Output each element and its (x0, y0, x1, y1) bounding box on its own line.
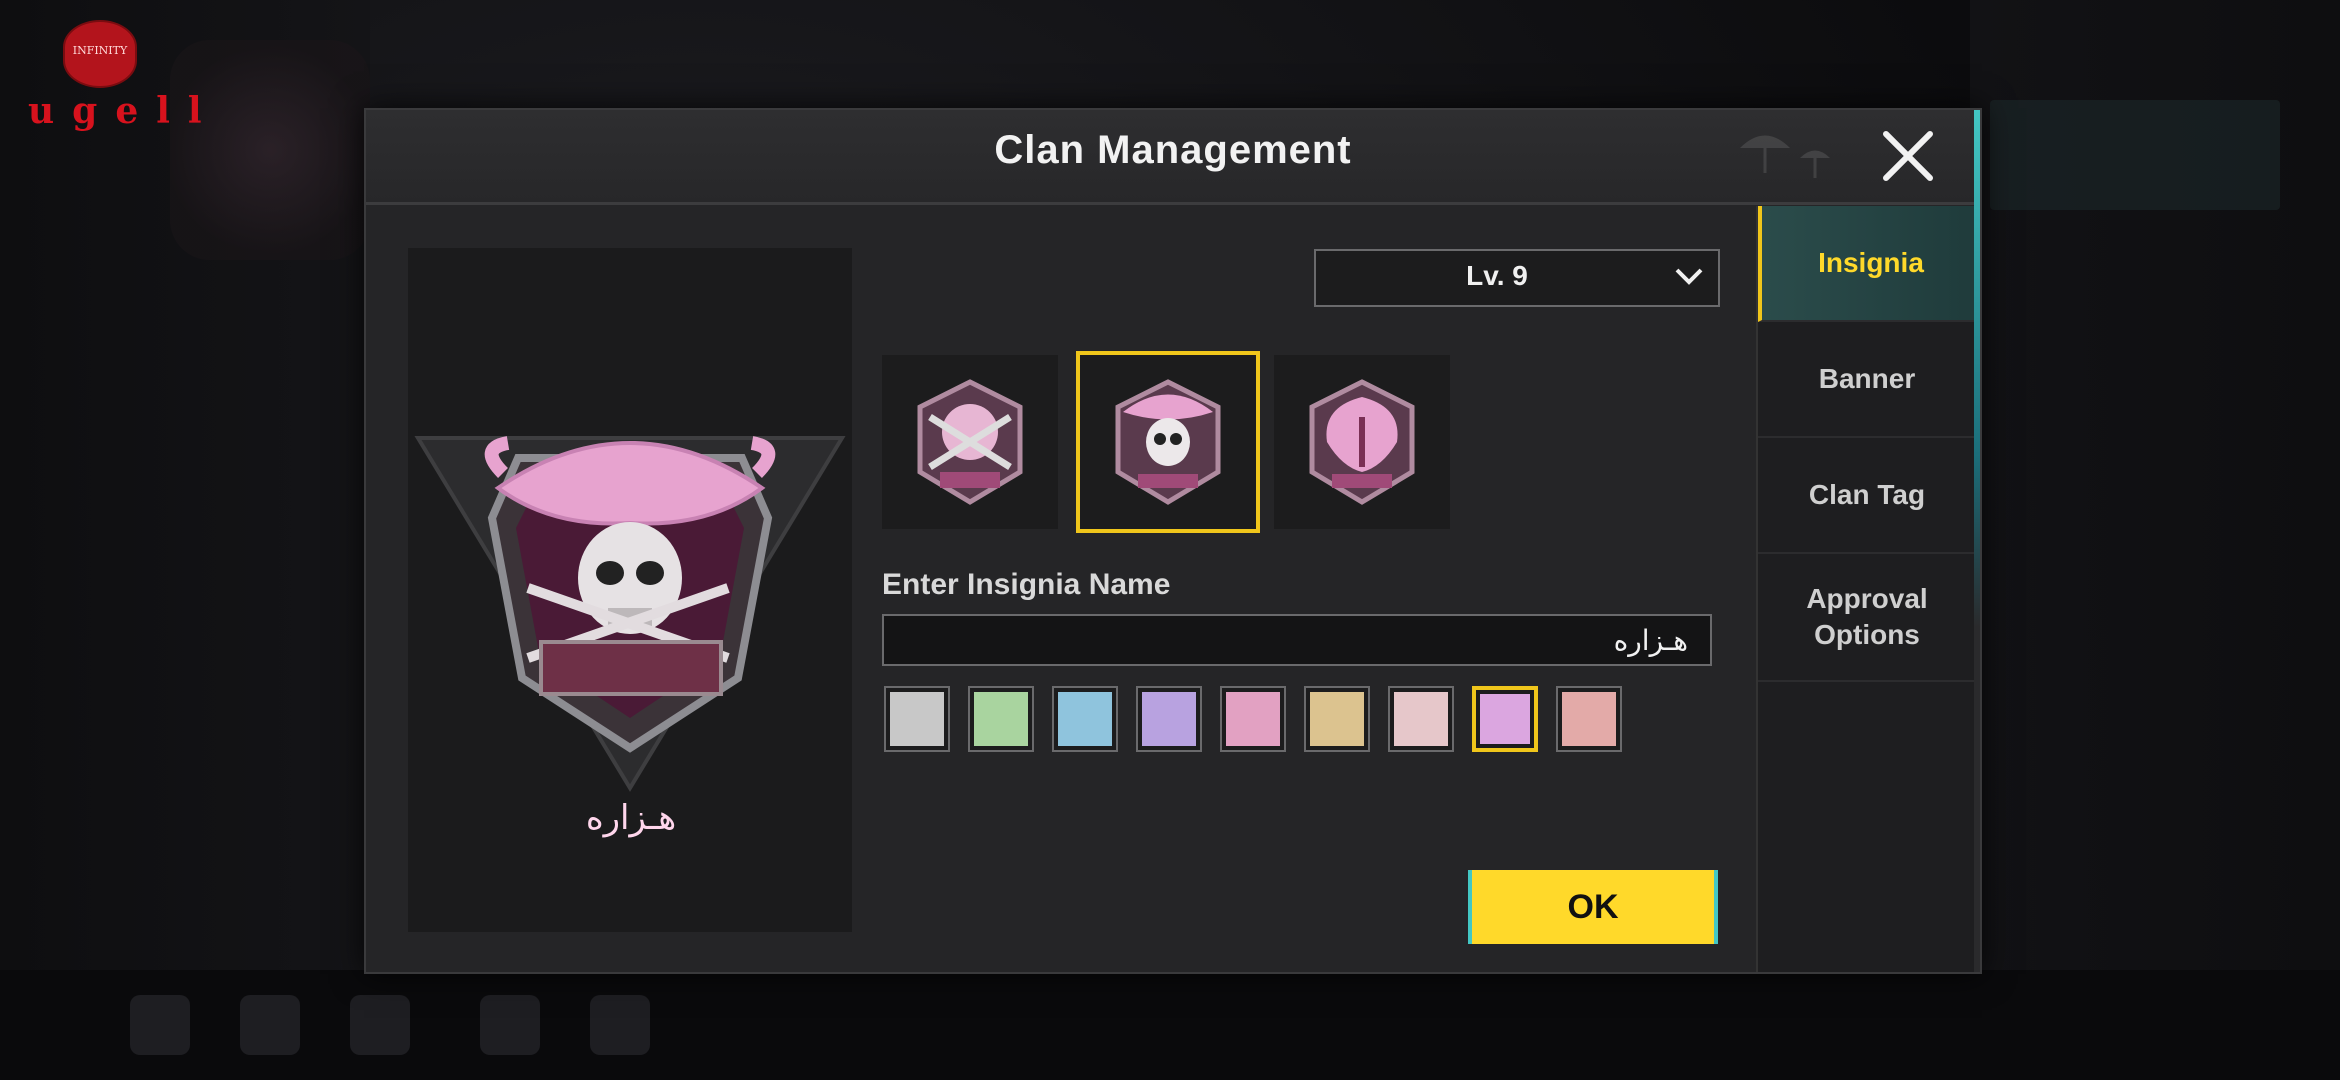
insignia-option-2[interactable] (1076, 351, 1260, 533)
color-swatch[interactable] (1472, 686, 1538, 752)
color-swatch[interactable] (1052, 686, 1118, 752)
insignia-preview-panel: هـزاره (408, 248, 852, 932)
color-swatch-fill (1058, 692, 1112, 746)
ok-button[interactable]: OK (1468, 870, 1718, 944)
dialog-title: Clan Management (994, 128, 1352, 172)
insignia-option-1[interactable] (882, 355, 1058, 529)
color-swatch-fill (890, 692, 944, 746)
insignia-preview-name: هـزاره (585, 798, 677, 838)
background-icon (480, 995, 540, 1055)
level-dropdown[interactable]: Lv. 9 (1314, 249, 1720, 307)
insignia-name-label: Enter Insignia Name (882, 568, 1171, 601)
close-button[interactable] (1876, 124, 1940, 188)
tab-approval-options[interactable]: Approval Options (1758, 554, 1976, 682)
background-icon (590, 995, 650, 1055)
dialog-accent-strip (1974, 110, 1980, 972)
insignia-option-3[interactable] (1274, 355, 1450, 529)
color-swatch[interactable] (1136, 686, 1202, 752)
color-swatch-fill (974, 692, 1028, 746)
color-swatch-fill (1480, 694, 1530, 744)
tab-label: Approval Options (1806, 583, 1928, 650)
watermark-seal: INFINITY (63, 20, 137, 88)
insignia-name-input[interactable] (882, 614, 1712, 666)
background-icon (350, 995, 410, 1055)
color-swatch-fill (1394, 692, 1448, 746)
color-swatch[interactable] (1304, 686, 1370, 752)
tab-label: Insignia (1818, 247, 1924, 278)
tab-label: Banner (1818, 363, 1916, 394)
color-swatch[interactable] (1220, 686, 1286, 752)
clan-management-dialog: Clan Management هـزاره Lv. 9 Enter Insig… (364, 108, 1982, 974)
color-swatch-fill (1562, 692, 1616, 746)
color-swatch[interactable] (1556, 686, 1622, 752)
background-highlight-panel (1990, 100, 2280, 210)
close-icon (1883, 131, 1933, 181)
crossed-guns-insignia-icon (917, 379, 1023, 505)
color-swatch-fill (1142, 692, 1196, 746)
side-tab-bar: Insignia Banner Clan Tag Approval Option… (1756, 206, 1980, 972)
background-bottom-bar (0, 970, 2340, 1080)
tab-banner[interactable]: Banner (1758, 322, 1976, 438)
dialog-header: Clan Management (366, 110, 1980, 205)
chevron-down-icon (1675, 268, 1703, 285)
insignia-preview-image (414, 436, 846, 792)
color-swatch[interactable] (1388, 686, 1454, 752)
background-clan-badge (170, 40, 370, 260)
level-dropdown-value: Lv. 9 (1466, 260, 1528, 291)
tab-clan-tag[interactable]: Clan Tag (1758, 438, 1976, 554)
color-swatch[interactable] (968, 686, 1034, 752)
pirate-skull-insignia-icon (1115, 379, 1221, 505)
tab-insignia[interactable]: Insignia (1758, 206, 1980, 322)
color-swatch[interactable] (884, 686, 950, 752)
background-icon (130, 995, 190, 1055)
watermark-logo: INFINITY ugell (28, 20, 202, 132)
watermark-word: ugell (28, 90, 220, 132)
color-swatch-fill (1310, 692, 1364, 746)
cobra-insignia-icon (1309, 379, 1415, 505)
tab-label: Clan Tag (1808, 479, 1926, 510)
color-swatch-fill (1226, 692, 1280, 746)
background-icon (240, 995, 300, 1055)
